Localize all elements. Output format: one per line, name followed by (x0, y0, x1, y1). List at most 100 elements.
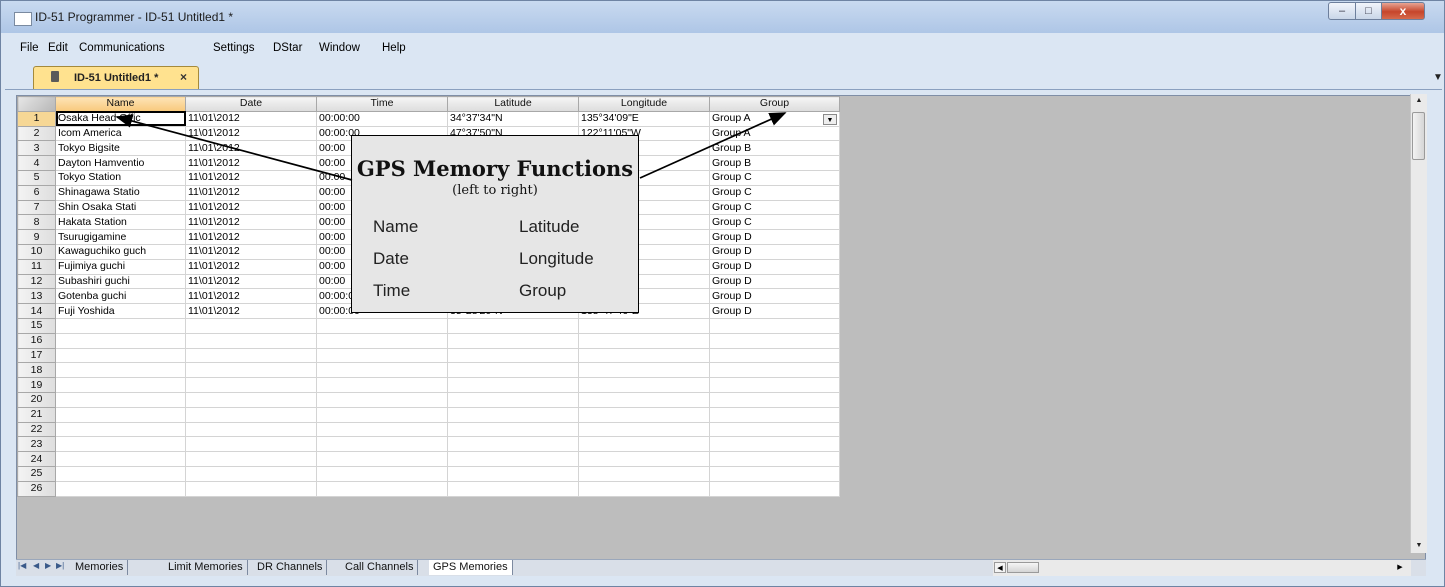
cell-time[interactable] (316, 436, 448, 453)
table-row[interactable]: 20 (17, 391, 840, 408)
cell-time[interactable] (316, 377, 448, 393)
cell-group[interactable]: Group D (709, 273, 840, 290)
cell-time[interactable] (316, 421, 448, 438)
row-number[interactable]: 9 (17, 229, 56, 245)
cell-name[interactable]: Icom America (55, 125, 186, 142)
row-number[interactable]: 24 (17, 451, 56, 467)
cell-group[interactable]: Group D (709, 243, 840, 260)
cell-name[interactable]: Dayton Hamventio (55, 155, 186, 171)
row-number[interactable]: 4 (17, 155, 56, 171)
table-row[interactable]: 17 (17, 347, 840, 364)
horizontal-scrollbar[interactable]: ◀ ▶ (993, 559, 1411, 576)
sheet-tab-gps-memories[interactable]: GPS Memories (429, 560, 513, 575)
cell-date[interactable]: 11\01\2012 (185, 288, 317, 305)
cell-group[interactable]: Group D (709, 258, 840, 275)
sheet-tab-limit-memories[interactable]: Limit Memories (164, 560, 248, 575)
table-row[interactable]: 26 (17, 480, 840, 497)
cell-name[interactable] (55, 421, 186, 438)
cell-lat[interactable] (447, 377, 579, 393)
cell-group[interactable]: Group A (709, 125, 840, 142)
maximize-button[interactable]: □ (1355, 2, 1382, 20)
cell-date[interactable]: 11\01\2012 (185, 155, 317, 171)
cell-lat[interactable] (447, 406, 579, 423)
column-header-time[interactable]: Time (316, 96, 448, 112)
cell-group[interactable]: Group B (709, 140, 840, 157)
close-tab-icon[interactable]: × (180, 70, 187, 84)
cell-name[interactable]: Tokyo Bigsite (55, 140, 186, 157)
cell-name[interactable] (55, 406, 186, 423)
cell-lon[interactable] (578, 465, 710, 482)
cell-name[interactable] (55, 480, 186, 497)
cell-date[interactable] (185, 347, 317, 364)
cell-lat[interactable] (447, 317, 579, 334)
cell-date[interactable]: 11\01\2012 (185, 273, 317, 290)
cell-lat[interactable] (447, 436, 579, 453)
row-number[interactable]: 23 (17, 436, 56, 453)
cell-time[interactable] (316, 391, 448, 408)
cell-lat[interactable] (447, 421, 579, 438)
cell-lon[interactable] (578, 451, 710, 467)
horizontal-scroll-thumb[interactable] (1007, 562, 1039, 573)
cell-name[interactable]: Fuji Yoshida (55, 303, 186, 319)
row-number[interactable]: 25 (17, 465, 56, 482)
close-button[interactable]: x (1381, 2, 1425, 20)
row-number[interactable]: 20 (17, 391, 56, 408)
row-number[interactable]: 18 (17, 362, 56, 379)
cell-name[interactable] (55, 362, 186, 379)
cell-date[interactable]: 11\01\2012 (185, 243, 317, 260)
cell-name[interactable]: Gotenba guchi (55, 288, 186, 305)
cell-time[interactable]: 00:00:00 (316, 110, 448, 127)
cell-time[interactable] (316, 480, 448, 497)
cell-date[interactable]: 11\01\2012 (185, 199, 317, 216)
cell-date[interactable]: 11\01\2012 (185, 229, 317, 245)
cell-group[interactable]: Group D (709, 303, 840, 319)
cell-group[interactable] (709, 362, 840, 379)
row-number[interactable]: 2 (17, 125, 56, 142)
cell-date[interactable] (185, 436, 317, 453)
cell-name[interactable]: Shinagawa Statio (55, 184, 186, 201)
cell-date[interactable] (185, 377, 317, 393)
cell-lon[interactable]: 135°34'09"E (578, 110, 710, 127)
cell-lat[interactable] (447, 391, 579, 408)
cell-name[interactable] (55, 332, 186, 349)
cell-group[interactable] (709, 465, 840, 482)
cell-time[interactable] (316, 465, 448, 482)
cell-lat[interactable] (447, 347, 579, 364)
menu-help[interactable]: Help (382, 42, 406, 54)
cell-date[interactable] (185, 480, 317, 497)
cell-name[interactable]: Tsurugigamine (55, 229, 186, 245)
cell-group[interactable]: Group C (709, 199, 840, 216)
cell-lon[interactable] (578, 332, 710, 349)
column-header-group[interactable]: Group (709, 96, 840, 112)
cell-lon[interactable] (578, 347, 710, 364)
scroll-right-icon[interactable]: ▶ (1393, 562, 1407, 573)
cell-lat[interactable] (447, 465, 579, 482)
row-number[interactable]: 22 (17, 421, 56, 438)
column-header-name[interactable]: Name (55, 96, 186, 112)
cell-name[interactable] (55, 347, 186, 364)
row-number[interactable]: 21 (17, 406, 56, 423)
cell-name[interactable] (55, 451, 186, 467)
menu-edit[interactable]: Edit (48, 42, 68, 54)
cell-name[interactable]: Subashiri guchi (55, 273, 186, 290)
menu-window[interactable]: Window (319, 42, 360, 54)
minimize-button[interactable]: ‒ (1328, 2, 1356, 20)
sheet-tab-memories[interactable]: Memories (71, 560, 129, 575)
row-number[interactable]: 11 (17, 258, 56, 275)
cell-group[interactable]: Group C (709, 184, 840, 201)
cell-date[interactable]: 11\01\2012 (185, 110, 317, 127)
cell-date[interactable] (185, 465, 317, 482)
cell-name[interactable]: Tokyo Station (55, 169, 186, 186)
column-header-latitude[interactable]: Latitude (447, 96, 579, 112)
row-number[interactable]: 12 (17, 273, 56, 290)
cell-date[interactable] (185, 391, 317, 408)
table-row[interactable]: 19 (17, 377, 840, 393)
cell-date[interactable]: 11\01\2012 (185, 303, 317, 319)
cell-group[interactable] (709, 480, 840, 497)
table-row[interactable]: 18 (17, 362, 840, 379)
document-tab[interactable]: ID-51 Untitled1 * × (33, 66, 199, 89)
cell-name[interactable]: Shin Osaka Stati (55, 199, 186, 216)
cell-group[interactable]: Group B (709, 155, 840, 171)
cell-group[interactable]: Group C (709, 214, 840, 231)
cell-lon[interactable] (578, 391, 710, 408)
